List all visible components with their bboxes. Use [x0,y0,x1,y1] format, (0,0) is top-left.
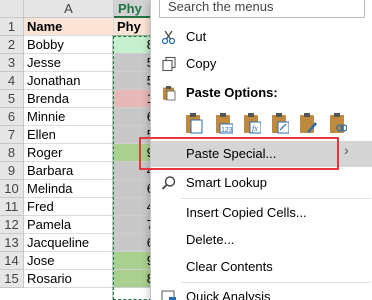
row-header[interactable]: 13 [0,234,24,252]
insert-copied-cells-label: Insert Copied Cells... [186,205,307,220]
select-all-corner[interactable] [0,0,24,18]
row-header[interactable]: 3 [0,54,24,72]
svg-text:123: 123 [221,127,233,134]
paste-formatting-icon[interactable] [299,112,317,134]
paste-special-label: Paste Special... [186,146,277,161]
menu-search-input[interactable]: Search the menus [159,0,365,18]
copy-menu-item[interactable]: Copy [151,51,372,77]
cell-name[interactable]: Melinda [24,180,114,198]
cell-name[interactable]: Barbara [24,162,114,180]
table-row: 12Pamela7 [0,216,160,234]
row-header[interactable]: 4 [0,72,24,90]
clear-contents-menu-item[interactable]: Clear Contents [151,254,372,280]
paste-default-icon[interactable] [185,112,203,134]
cut-menu-item[interactable]: Cut [151,24,372,50]
table-row: 14Jose9 [0,252,160,270]
table-row: 2Bobby8 [0,36,160,54]
clear-contents-label: Clear Contents [186,259,273,274]
quick-analysis-icon [161,290,176,300]
cell-name[interactable]: Fred [24,198,114,216]
row-header[interactable]: 10 [0,180,24,198]
row-header[interactable]: 11 [0,198,24,216]
table-row: 6Minnie6 [0,108,160,126]
row-header[interactable]: 8 [0,144,24,162]
paste-link-icon[interactable] [329,112,347,134]
context-menu: Search the menus Cut Copy Paste Options:… [150,0,372,300]
table-row: 3Jesse5 [0,54,160,72]
table-row: 11Fred4 [0,198,160,216]
row-header[interactable]: 6 [0,108,24,126]
table-row: 8Roger9 [0,144,160,162]
table-row: 9Barbara4 [0,162,160,180]
paste-icon [163,86,176,101]
paste-options-label: Paste Options: [186,85,278,100]
cell-name[interactable]: Minnie [24,108,114,126]
delete-label: Delete... [186,232,235,247]
row-header[interactable]: 7 [0,126,24,144]
paste-options-row: 123 fx [185,108,365,136]
cell-name[interactable]: Pamela [24,216,114,234]
cell-name[interactable]: Brenda [24,90,114,108]
scissors-icon [161,30,176,45]
cell-name[interactable]: Jacqueline [24,234,114,252]
cut-label: Cut [186,29,207,44]
svg-text:fx: fx [252,124,258,133]
submenu-arrow-icon[interactable]: › [344,142,349,158]
paste-transpose-icon[interactable] [271,112,289,134]
insert-copied-cells-menu-item[interactable]: Insert Copied Cells... [151,200,372,226]
table-row: 10Melinda6 [0,180,160,198]
row-header[interactable]: 14 [0,252,24,270]
cell-name[interactable]: Jonathan [24,72,114,90]
column-header-a[interactable]: A [24,0,114,18]
copy-label: Copy [186,56,217,71]
menu-separator [181,282,371,283]
row-header[interactable]: 12 [0,216,24,234]
row-header[interactable]: 1 [0,18,24,36]
table-row: 4Jonathan5 [0,72,160,90]
row-header[interactable]: 15 [0,270,24,288]
paste-options-heading: Paste Options: [151,80,372,106]
cell-name[interactable]: Bobby [24,36,114,54]
row-header[interactable]: 5 [0,90,24,108]
row-header[interactable]: 9 [0,162,24,180]
table-row: 13Jacqueline6 [0,234,160,252]
cell-name[interactable]: Roger [24,144,114,162]
paste-formulas-icon[interactable]: fx [243,112,261,134]
cell-name[interactable]: Ellen [24,126,114,144]
table-row: 15Rosario8 [0,270,160,288]
quick-analysis-menu-item[interactable]: Quick Analysis [151,284,372,300]
table-row: 5Brenda1 [0,90,160,108]
delete-menu-item[interactable]: Delete... [151,227,372,253]
table-row: 7Ellen5 [0,126,160,144]
menu-separator [181,198,371,199]
cell-name[interactable]: Jesse [24,54,114,72]
copy-icon [162,56,176,72]
smart-lookup-label: Smart Lookup [186,175,267,190]
paste-values-icon[interactable]: 123 [215,112,233,134]
smart-lookup-menu-item[interactable]: Smart Lookup [151,170,372,196]
paste-special-menu-item[interactable]: Paste Special... [151,141,372,167]
cell-name-header[interactable]: Name [24,18,114,36]
row-header[interactable]: 2 [0,36,24,54]
cell-name[interactable]: Rosario [24,270,114,288]
search-icon [161,176,176,190]
table-row: 1 Name Phy [0,18,160,36]
quick-analysis-label: Quick Analysis [186,289,271,300]
cell-name[interactable]: Jose [24,252,114,270]
